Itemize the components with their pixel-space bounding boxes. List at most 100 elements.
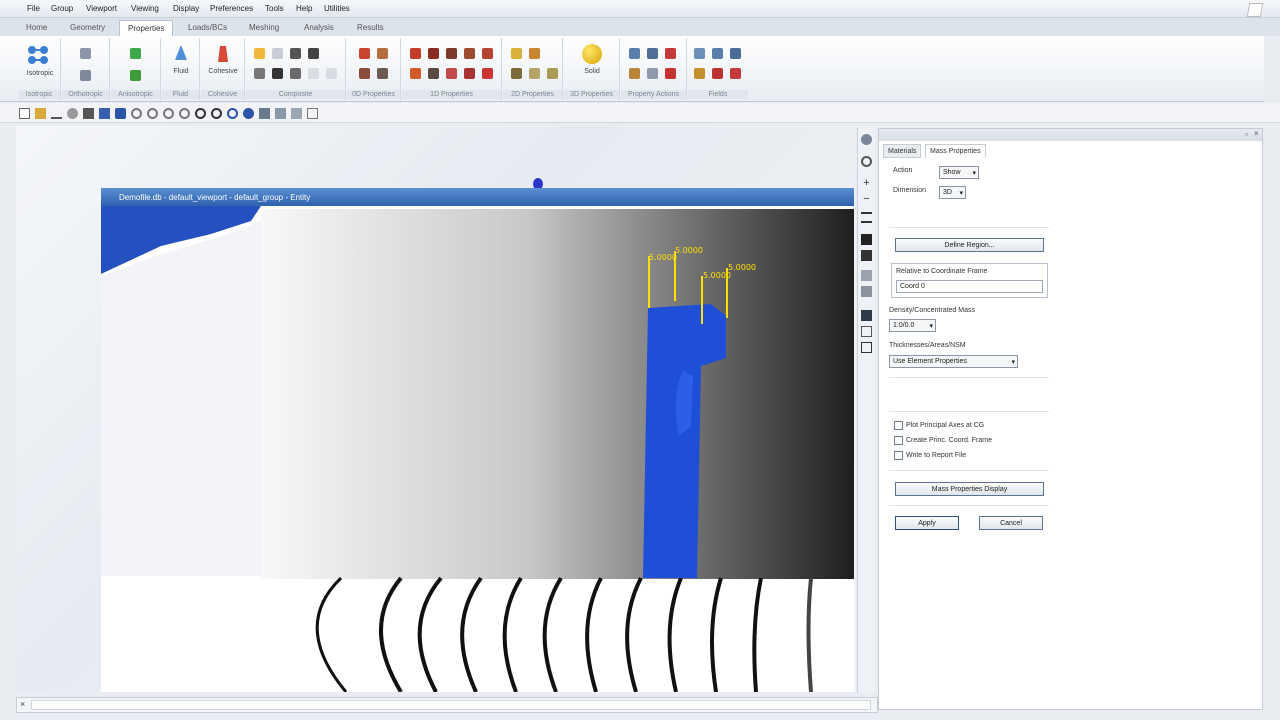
property-action-icon[interactable] — [629, 68, 640, 79]
composite-icon[interactable] — [272, 48, 283, 59]
move-icon[interactable] — [115, 108, 126, 119]
0d-property-icon[interactable] — [359, 48, 370, 59]
solid-icon[interactable] — [582, 44, 602, 64]
1d-property-icon[interactable] — [446, 48, 457, 59]
create-princ-frame-checkbox[interactable] — [894, 436, 903, 445]
0d-property-icon[interactable] — [377, 68, 388, 79]
tab-meshing[interactable]: Meshing — [241, 20, 287, 36]
isotropic-button[interactable]: Isotropic — [22, 70, 58, 77]
orbit-y-icon[interactable] — [163, 108, 174, 119]
1d-property-icon[interactable] — [482, 68, 493, 79]
zoom-in-icon[interactable]: + — [861, 178, 872, 189]
shade-icon[interactable] — [861, 270, 872, 281]
side-view-icon[interactable] — [275, 108, 286, 119]
fit-icon[interactable] — [861, 212, 872, 223]
composite-icon[interactable] — [272, 68, 283, 79]
close-icon[interactable]: × — [20, 699, 25, 709]
dimension-dropdown[interactable]: 3D ▾ — [939, 186, 966, 199]
thickness-dropdown[interactable]: Use Element Properties ▾ — [889, 355, 1018, 368]
2d-property-icon[interactable] — [529, 48, 540, 59]
fit-view-icon[interactable] — [227, 108, 238, 119]
menu-group[interactable]: Group — [51, 4, 73, 13]
rotate-icon[interactable] — [83, 108, 94, 119]
aniso-2d-icon[interactable] — [130, 48, 141, 59]
composite-icon[interactable] — [308, 68, 319, 79]
close-icon[interactable]: × — [1254, 129, 1259, 138]
pick-icon[interactable] — [861, 234, 872, 245]
ortho-3d-icon[interactable] — [80, 70, 91, 81]
new-file-icon[interactable] — [19, 108, 30, 119]
1d-property-icon[interactable] — [428, 48, 439, 59]
field-icon[interactable] — [730, 68, 741, 79]
cohesive-icon[interactable] — [216, 44, 230, 64]
zoom-out-icon[interactable]: − — [861, 194, 872, 205]
1d-property-icon[interactable] — [446, 68, 457, 79]
fluid-icon[interactable] — [174, 44, 188, 64]
property-action-icon[interactable] — [629, 48, 640, 59]
menu-viewport[interactable]: Viewport — [86, 4, 117, 13]
field-icon[interactable] — [694, 68, 705, 79]
0d-property-icon[interactable] — [377, 48, 388, 59]
field-icon[interactable] — [712, 68, 723, 79]
composite-icon[interactable] — [326, 68, 337, 79]
menu-utilities[interactable]: Utilities — [324, 4, 350, 13]
top-view-icon[interactable] — [291, 108, 302, 119]
isotropic-icon[interactable] — [26, 44, 50, 66]
menu-file[interactable]: File — [27, 4, 40, 13]
rotate-view-icon[interactable] — [861, 156, 872, 167]
tab-geometry[interactable]: Geometry — [62, 20, 113, 36]
composite-icon[interactable] — [308, 48, 319, 59]
action-dropdown[interactable]: Show ▾ — [939, 166, 979, 179]
open-file-icon[interactable] — [35, 108, 46, 119]
tab-home[interactable]: Home — [18, 20, 55, 36]
pan-icon[interactable] — [67, 108, 78, 119]
property-action-icon[interactable] — [665, 68, 676, 79]
tab-mass-properties[interactable]: Mass Properties — [925, 144, 986, 158]
plot-principal-axes-checkbox[interactable] — [894, 421, 903, 430]
density-dropdown[interactable]: 1.0/0.0 ▾ — [889, 319, 936, 332]
menu-tools[interactable]: Tools — [265, 4, 284, 13]
field-icon[interactable] — [730, 48, 741, 59]
select-icon[interactable] — [99, 108, 110, 119]
tab-loads-bcs[interactable]: Loads/BCs — [180, 20, 235, 36]
tab-properties[interactable]: Properties — [119, 20, 174, 36]
tab-results[interactable]: Results — [349, 20, 392, 36]
cohesive-button[interactable]: Cohesive — [203, 68, 243, 75]
tab-materials[interactable]: Materials — [883, 144, 922, 158]
composite-icon[interactable] — [254, 68, 265, 79]
iso-view-icon[interactable] — [243, 108, 254, 119]
menu-display[interactable]: Display — [173, 4, 199, 13]
measure-icon[interactable] — [861, 310, 872, 321]
menu-preferences[interactable]: Preferences — [210, 4, 253, 13]
orbit-x-icon[interactable] — [147, 108, 158, 119]
zoom-out-icon[interactable] — [211, 108, 222, 119]
coord-frame-input[interactable]: Coord 0 — [896, 280, 1043, 293]
copy-icon[interactable] — [861, 326, 872, 337]
orbit-z-icon[interactable] — [179, 108, 190, 119]
1d-property-icon[interactable] — [428, 68, 439, 79]
1d-property-icon[interactable] — [410, 68, 421, 79]
view-cube-icon[interactable] — [861, 134, 872, 145]
aniso-3d-icon[interactable] — [130, 70, 141, 81]
composite-icon[interactable] — [254, 48, 265, 59]
filter-icon[interactable] — [861, 250, 872, 261]
field-icon[interactable] — [712, 48, 723, 59]
property-action-icon[interactable] — [647, 48, 658, 59]
command-input[interactable] — [31, 700, 871, 710]
2d-property-icon[interactable] — [511, 68, 522, 79]
property-action-icon[interactable] — [647, 68, 658, 79]
ortho-2d-icon[interactable] — [80, 48, 91, 59]
field-icon[interactable] — [694, 48, 705, 59]
2d-property-icon[interactable] — [511, 48, 522, 59]
apply-button[interactable]: Apply — [895, 516, 959, 530]
view-options-icon[interactable] — [307, 108, 318, 119]
2d-property-icon[interactable] — [529, 68, 540, 79]
write-report-checkbox[interactable] — [894, 451, 903, 460]
command-line[interactable]: × — [16, 697, 878, 713]
solid-button[interactable]: Solid — [570, 68, 614, 75]
fluid-button[interactable]: Fluid — [164, 68, 198, 75]
undo-icon[interactable] — [51, 108, 62, 119]
menu-viewing[interactable]: Viewing — [131, 4, 159, 13]
wireframe-icon[interactable] — [861, 286, 872, 297]
mass-properties-display-button[interactable]: Mass Properties Display — [895, 482, 1044, 496]
